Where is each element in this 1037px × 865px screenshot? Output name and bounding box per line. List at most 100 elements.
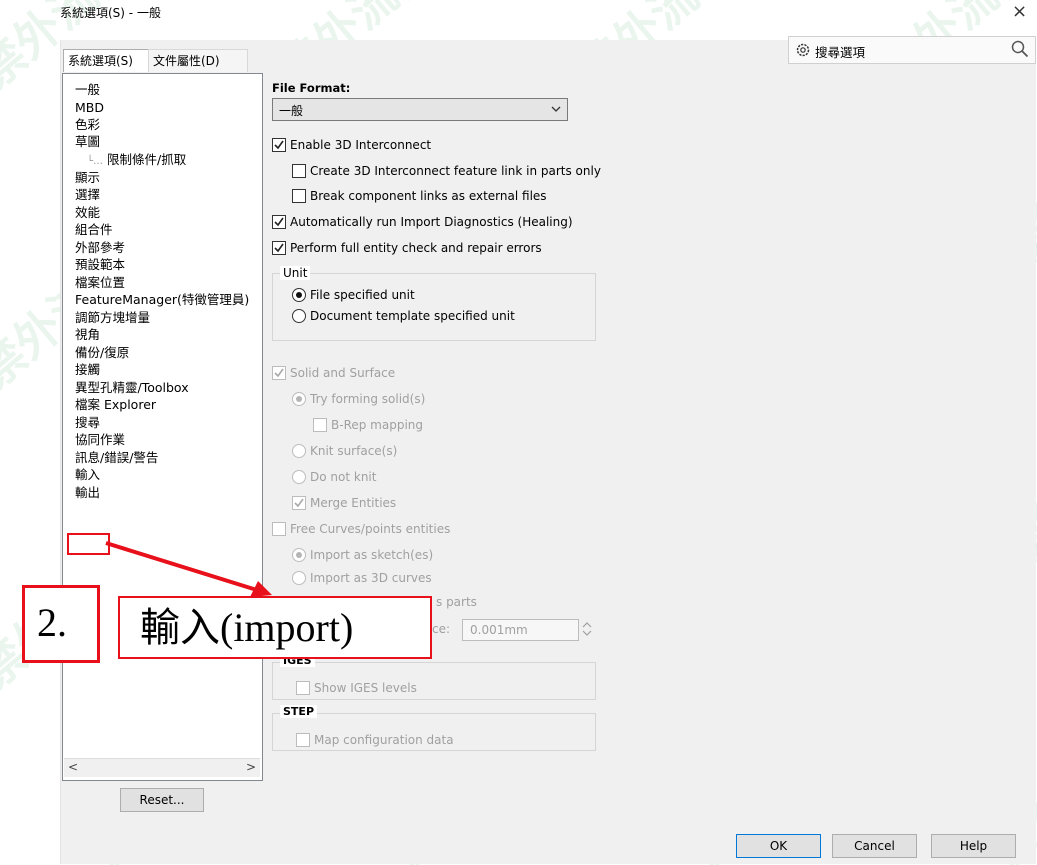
radio-dot[interactable] [292,547,306,562]
tree-item[interactable]: 外部參考 [75,240,125,256]
scroll-left-icon[interactable]: < [68,760,78,774]
gear-icon[interactable] [795,42,811,58]
do-not-knit-radio[interactable]: Do not knit [292,468,376,484]
close-icon[interactable]: × [1012,3,1027,21]
help-button[interactable]: Help [931,834,1016,858]
step-number: 2. [37,600,67,645]
tree-item[interactable]: 訊息/錯誤/警告 [75,450,158,466]
tree-item[interactable]: 搜尋 [75,415,100,431]
radio-dot[interactable] [292,443,306,458]
tree-hscrollbar[interactable]: < > [64,758,260,777]
tree-item[interactable]: FeatureManager(特徵管理員) [75,292,249,308]
file-unit-radio[interactable]: File specified unit [292,286,415,302]
radio-dot[interactable] [292,391,306,406]
solid-surface-checkbox[interactable]: Solid and Surface [272,364,395,380]
map-configuration-checkbox[interactable]: Map configuration data [296,731,454,747]
search-label: 搜尋選項 [815,45,866,60]
tree-item-label: 限制條件/抓取 [107,152,187,167]
knit-surface-radio[interactable]: Knit surface(s) [292,442,397,458]
auto-diagnostics-checkbox[interactable]: Automatically run Import Diagnostics (He… [272,213,573,229]
checkbox-box[interactable] [292,495,306,510]
radio-label: File specified unit [310,287,415,302]
full-entity-check-checkbox[interactable]: Perform full entity check and repair err… [272,239,542,255]
checkbox-box[interactable] [272,521,286,536]
tolerance-input[interactable]: 0.001mm [462,619,579,641]
tolerance-label: ce: [432,622,451,636]
tree-item[interactable]: 色彩 [75,117,100,133]
tolerance-value: 0.001mm [470,623,528,637]
doc-unit-radio[interactable]: Document template specified unit [292,307,515,323]
file-format-value: 一般 [279,104,304,118]
tree-item[interactable]: 輸出 [75,485,100,501]
tree-item[interactable]: 組合件 [75,222,113,238]
break-links-checkbox[interactable]: Break component links as external files [292,187,547,203]
search-box[interactable]: 搜尋選項 [788,36,1036,64]
spinner-arrows-icon [582,622,592,636]
file-format-select[interactable]: 一般 [272,98,568,121]
checkbox-label: Break component links as external files [310,188,547,203]
brep-mapping-checkbox[interactable]: B-Rep mapping [313,416,423,432]
tree-item[interactable]: 選擇 [75,187,100,203]
checkbox-label: Perform full entity check and repair err… [290,240,542,255]
import-sketch-radio[interactable]: Import as sketch(es) [292,546,433,562]
tree-item[interactable]: 異型孔精靈/Toolbox [75,380,189,396]
tree-item[interactable]: └… 限制條件/抓取 [87,152,186,170]
tree-item[interactable]: 接觸 [75,362,100,378]
radio-dot[interactable] [292,287,306,302]
ok-button[interactable]: OK [736,834,821,858]
chevron-down-icon [551,106,561,112]
checkbox-label: Enable 3D Interconnect [290,137,432,152]
radio-label: Document template specified unit [310,308,515,323]
radio-dot[interactable] [292,570,306,585]
checkbox-box[interactable] [296,732,310,747]
radio-dot[interactable] [292,469,306,484]
radio-dot[interactable] [292,308,306,323]
options-tree[interactable]: 一般 MBD 色彩 草圖 └… 限制條件/抓取 顯示 選擇效能 組合件外部參考 預設範本檔案位置… [62,73,263,781]
checkbox-box[interactable] [272,214,286,229]
checkbox-label: Show IGES levels [314,680,417,695]
free-curves-checkbox[interactable]: Free Curves/points entities [272,520,450,536]
annotation-arrow [105,541,272,597]
radio-label: Do not knit [310,469,377,484]
checkbox-box[interactable] [272,137,286,152]
tree-item[interactable]: 一般 [75,82,100,98]
checkbox-box[interactable] [272,365,286,380]
tree-item[interactable]: 草圖 [75,134,100,150]
window-title: 系統選項(S) - 一般 [60,6,161,20]
tab-system-options[interactable]: 系統選項(S) [63,49,155,72]
checkbox-box[interactable] [296,680,310,695]
radio-label: Import as sketch(es) [310,547,434,562]
step-number-box: 2. [22,585,100,663]
tolerance-spinner[interactable] [580,619,594,639]
magnifier-icon[interactable] [1011,40,1029,58]
enable-3d-interconnect-checkbox[interactable]: Enable 3D Interconnect [272,136,431,152]
feature-link-checkbox[interactable]: Create 3D Interconnect feature link in p… [292,162,601,178]
tree-item[interactable]: 輸入 [75,467,100,483]
show-iges-levels-checkbox[interactable]: Show IGES levels [296,679,417,695]
tab-document-properties[interactable]: 文件屬性(D) [148,49,248,72]
checkbox-box[interactable] [292,188,306,203]
tree-item[interactable]: 檔案 Explorer [75,397,156,413]
file-format-label: File Format: [272,81,351,95]
checkbox-box[interactable] [272,240,286,255]
checkbox-label: B-Rep mapping [331,417,424,432]
tree-item[interactable]: 效能 [75,205,100,221]
checkbox-box[interactable] [313,417,327,432]
tree-item[interactable]: 協同作業 [75,432,125,448]
reset-button[interactable]: Reset... [120,788,204,812]
radio-label: Try forming solid(s) [310,391,426,406]
merge-entities-checkbox[interactable]: Merge Entities [292,494,396,510]
scroll-right-icon[interactable]: > [246,760,256,774]
tree-item[interactable]: 視角 [75,327,100,343]
tree-item[interactable]: 調節方塊增量 [75,310,150,326]
tree-item[interactable]: 預設範本 [75,257,125,273]
tree-item[interactable]: 顯示 [75,170,100,186]
tree-item[interactable]: 檔案位置 [75,275,125,291]
tree-item[interactable]: MBD [75,100,104,116]
tree-item[interactable]: 備份/復原 [75,345,129,361]
annotation-caption-box: 輸入(import) [118,596,432,659]
try-forming-radio[interactable]: Try forming solid(s) [292,390,425,406]
cancel-button[interactable]: Cancel [832,834,917,858]
checkbox-box[interactable] [292,163,306,178]
import-3d-curves-radio[interactable]: Import as 3D curves [292,569,432,585]
